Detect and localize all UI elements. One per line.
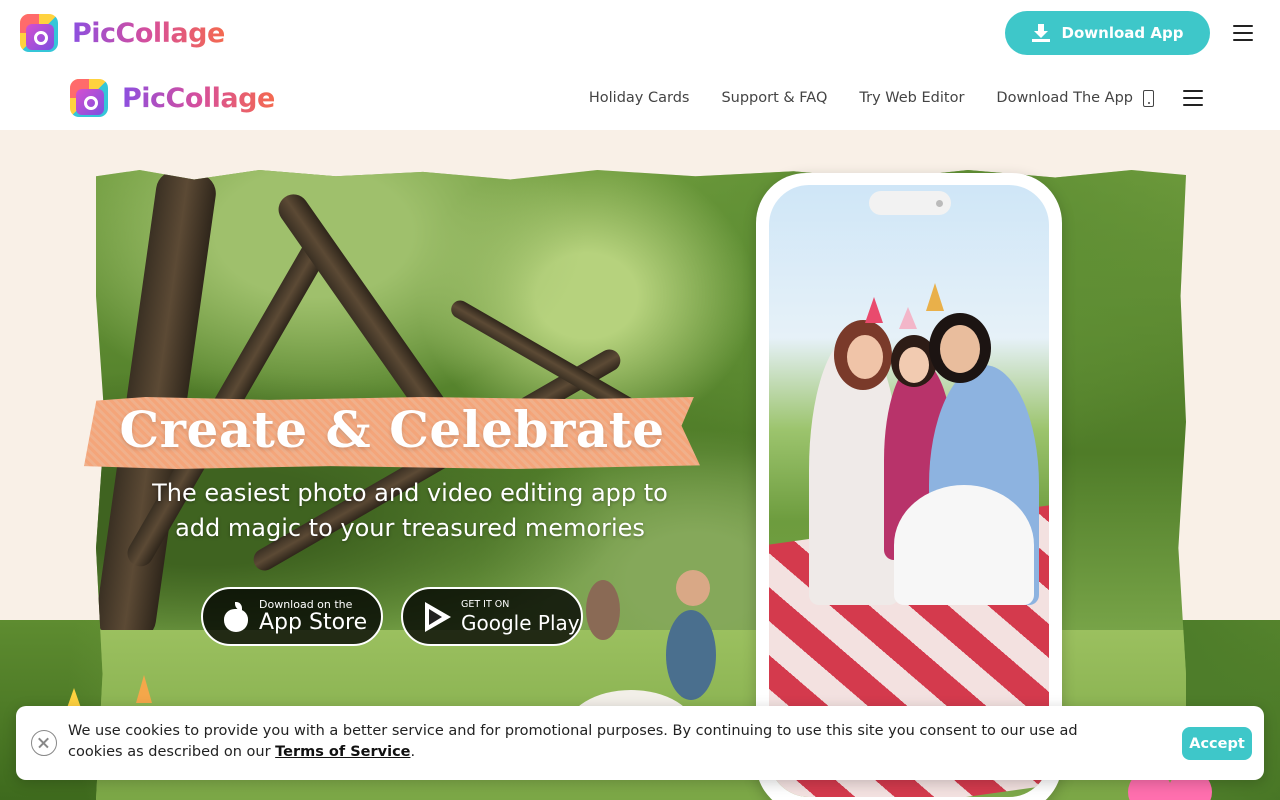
phone-icon	[1143, 89, 1154, 107]
hero-subtitle-line2: add magic to your treasured memories	[175, 514, 645, 542]
terms-of-service-link[interactable]: Terms of Service	[275, 744, 410, 760]
google-play-button[interactable]: GET IT ON Google Play	[401, 587, 583, 646]
top-bar: PicCollage Download App	[0, 0, 1280, 66]
apple-icon	[223, 601, 249, 632]
download-app-button[interactable]: Download App	[1005, 11, 1210, 55]
nav-try-web-editor[interactable]: Try Web Editor	[859, 90, 964, 106]
top-menu-icon[interactable]	[1233, 25, 1253, 41]
logo-wordmark: PicCollage	[122, 82, 275, 114]
close-icon[interactable]	[31, 730, 57, 756]
phone-notch	[869, 191, 951, 215]
star-decoration	[136, 675, 152, 703]
piccollage-logo-icon	[70, 79, 108, 117]
cookie-message: We use cookies to provide you with a bet…	[68, 723, 1078, 760]
download-app-label: Download App	[1061, 24, 1184, 42]
download-icon	[1031, 24, 1050, 42]
nav-menu-icon[interactable]	[1183, 90, 1203, 106]
nav-holiday-cards[interactable]: Holiday Cards	[589, 90, 690, 106]
accept-button[interactable]: Accept	[1182, 727, 1252, 760]
cookie-banner: We use cookies to provide you with a bet…	[16, 706, 1264, 780]
top-logo[interactable]: PicCollage	[20, 14, 225, 52]
piccollage-logo-icon	[20, 14, 58, 52]
cookie-text: We use cookies to provide you with a bet…	[68, 721, 1128, 763]
google-play-text: GET IT ON Google Play	[461, 599, 580, 635]
google-play-icon	[423, 601, 451, 632]
google-play-small: GET IT ON	[461, 598, 510, 610]
app-store-text: Download on the App Store	[259, 597, 368, 635]
nav-support-faq[interactable]: Support & FAQ	[721, 90, 827, 106]
hero-subtitle-line1: The easiest photo and video editing app …	[152, 479, 668, 507]
main-navbar: PicCollage Holiday Cards Support & FAQ T…	[0, 66, 1280, 130]
app-store-small: Download on the	[259, 597, 353, 611]
nav-logo[interactable]: PicCollage	[70, 79, 275, 117]
cookie-period: .	[410, 744, 416, 760]
hero-title: Create & Celebrate	[119, 400, 665, 459]
hero-subtitle: The easiest photo and video editing app …	[110, 476, 710, 546]
google-play-big: Google Play	[461, 610, 580, 635]
nav-download-the-app[interactable]: Download The App	[996, 89, 1154, 107]
logo-wordmark: PicCollage	[72, 17, 225, 49]
nav-links: Holiday Cards Support & FAQ Try Web Edit…	[589, 66, 1154, 130]
app-store-button[interactable]: Download on the App Store	[201, 587, 383, 646]
nav-download-label: Download The App	[996, 90, 1133, 106]
app-store-big: App Store	[259, 609, 368, 635]
